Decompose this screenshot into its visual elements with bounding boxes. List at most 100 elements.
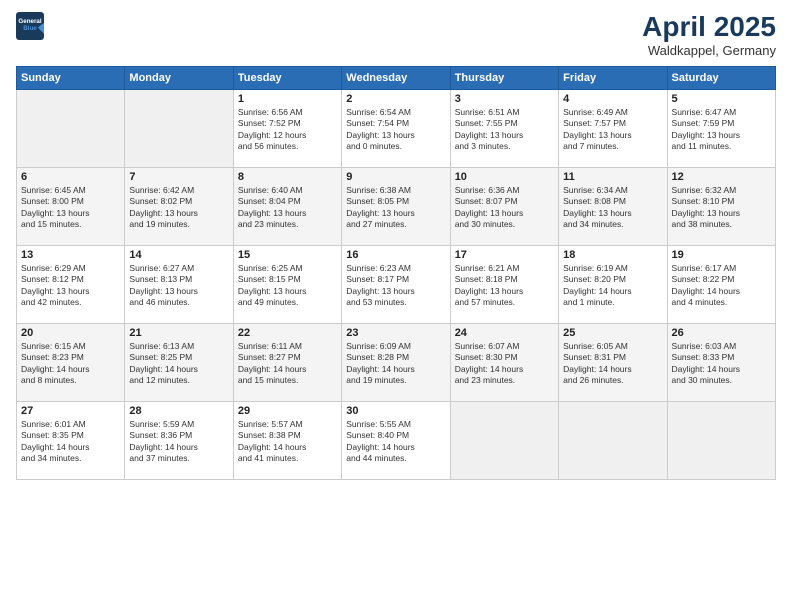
day-info: Sunrise: 5:57 AM Sunset: 8:38 PM Dayligh…: [238, 419, 337, 465]
calendar-cell: 13 Sunrise: 6:29 AM Sunset: 8:12 PM Dayli…: [17, 245, 125, 323]
calendar-cell: 21Sunrise: 6:13 AM Sunset: 8:25 PM Dayli…: [125, 323, 233, 401]
weekday-header-sunday: Sunday: [17, 66, 125, 89]
day-number: 14: [129, 249, 228, 261]
day-info: Sunrise: 5:55 AM Sunset: 8:40 PM Dayligh…: [346, 419, 445, 465]
day-number: 9: [346, 171, 445, 183]
logo-icon: General Blue: [16, 12, 44, 40]
calendar-cell: 18 Sunrise: 6:19 AM Sunset: 8:20 PM Dayli…: [559, 245, 667, 323]
calendar-cell: 29 Sunrise: 5:57 AM Sunset: 8:38 PM Dayli…: [233, 401, 341, 479]
svg-text:General: General: [18, 18, 41, 25]
calendar-cell: 4 Sunrise: 6:49 AM Sunset: 7:57 PM Daylig…: [559, 89, 667, 167]
day-info: Sunrise: 6:19 AM Sunset: 8:20 PM Dayligh…: [563, 263, 662, 309]
calendar-cell: 1 Sunrise: 6:56 AM Sunset: 7:52 PM Daylig…: [233, 89, 341, 167]
calendar-week-4: 20Sunrise: 6:15 AM Sunset: 8:23 PM Dayli…: [17, 323, 776, 401]
title-block: April 2025 Waldkappel, Germany: [642, 12, 776, 58]
day-info: Sunrise: 6:07 AM Sunset: 8:30 PM Dayligh…: [455, 341, 554, 387]
day-info: Sunrise: 6:45 AM Sunset: 8:00 PM Dayligh…: [21, 185, 120, 231]
weekday-header-saturday: Saturday: [667, 66, 775, 89]
day-info: Sunrise: 6:09 AM Sunset: 8:28 PM Dayligh…: [346, 341, 445, 387]
day-info: Sunrise: 6:32 AM Sunset: 8:10 PM Dayligh…: [672, 185, 771, 231]
calendar-cell: 24 Sunrise: 6:07 AM Sunset: 8:30 PM Dayli…: [450, 323, 558, 401]
calendar-cell: 22 Sunrise: 6:11 AM Sunset: 8:27 PM Dayli…: [233, 323, 341, 401]
day-number: 23: [346, 327, 445, 339]
day-number: 25: [563, 327, 662, 339]
calendar-cell: 17Sunrise: 6:21 AM Sunset: 8:18 PM Dayli…: [450, 245, 558, 323]
day-info: Sunrise: 5:59 AM Sunset: 8:36 PM Dayligh…: [129, 419, 228, 465]
day-info: Sunrise: 6:36 AM Sunset: 8:07 PM Dayligh…: [455, 185, 554, 231]
calendar-week-2: 6 Sunrise: 6:45 AM Sunset: 8:00 PM Daylig…: [17, 167, 776, 245]
calendar-cell: 7 Sunrise: 6:42 AM Sunset: 8:02 PM Daylig…: [125, 167, 233, 245]
day-info: Sunrise: 6:29 AM Sunset: 8:12 PM Dayligh…: [21, 263, 120, 309]
weekday-header-row: SundayMondayTuesdayWednesdayThursdayFrid…: [17, 66, 776, 89]
day-info: Sunrise: 6:38 AM Sunset: 8:05 PM Dayligh…: [346, 185, 445, 231]
day-info: Sunrise: 6:13 AM Sunset: 8:25 PM Dayligh…: [129, 341, 228, 387]
day-info: Sunrise: 6:03 AM Sunset: 8:33 PM Dayligh…: [672, 341, 771, 387]
day-number: 8: [238, 171, 337, 183]
calendar-cell: 27Sunrise: 6:01 AM Sunset: 8:35 PM Dayli…: [17, 401, 125, 479]
day-number: 2: [346, 93, 445, 105]
calendar-cell: [125, 89, 233, 167]
day-info: Sunrise: 6:34 AM Sunset: 8:08 PM Dayligh…: [563, 185, 662, 231]
calendar-cell: 11 Sunrise: 6:34 AM Sunset: 8:08 PM Dayli…: [559, 167, 667, 245]
day-number: 29: [238, 405, 337, 417]
header: General Blue April 2025 Waldkappel, Germ…: [16, 12, 776, 58]
day-info: Sunrise: 6:17 AM Sunset: 8:22 PM Dayligh…: [672, 263, 771, 309]
calendar-cell: [17, 89, 125, 167]
day-info: Sunrise: 6:56 AM Sunset: 7:52 PM Dayligh…: [238, 107, 337, 153]
calendar-cell: 9 Sunrise: 6:38 AM Sunset: 8:05 PM Daylig…: [342, 167, 450, 245]
calendar-cell: 6 Sunrise: 6:45 AM Sunset: 8:00 PM Daylig…: [17, 167, 125, 245]
day-number: 18: [563, 249, 662, 261]
day-info: Sunrise: 6:49 AM Sunset: 7:57 PM Dayligh…: [563, 107, 662, 153]
calendar-page: General Blue April 2025 Waldkappel, Germ…: [0, 0, 792, 612]
calendar-week-5: 27Sunrise: 6:01 AM Sunset: 8:35 PM Dayli…: [17, 401, 776, 479]
day-number: 11: [563, 171, 662, 183]
day-info: Sunrise: 6:42 AM Sunset: 8:02 PM Dayligh…: [129, 185, 228, 231]
day-info: Sunrise: 6:51 AM Sunset: 7:55 PM Dayligh…: [455, 107, 554, 153]
day-info: Sunrise: 6:11 AM Sunset: 8:27 PM Dayligh…: [238, 341, 337, 387]
calendar-cell: 28 Sunrise: 5:59 AM Sunset: 8:36 PM Dayli…: [125, 401, 233, 479]
calendar-title: April 2025: [642, 12, 776, 43]
day-info: Sunrise: 6:15 AM Sunset: 8:23 PM Dayligh…: [21, 341, 120, 387]
day-info: Sunrise: 6:40 AM Sunset: 8:04 PM Dayligh…: [238, 185, 337, 231]
day-number: 13: [21, 249, 120, 261]
calendar-cell: 3 Sunrise: 6:51 AM Sunset: 7:55 PM Daylig…: [450, 89, 558, 167]
day-info: Sunrise: 6:01 AM Sunset: 8:35 PM Dayligh…: [21, 419, 120, 465]
day-number: 17: [455, 249, 554, 261]
day-number: 19: [672, 249, 771, 261]
calendar-cell: 30 Sunrise: 5:55 AM Sunset: 8:40 PM Dayli…: [342, 401, 450, 479]
day-number: 3: [455, 93, 554, 105]
calendar-cell: 10Sunrise: 6:36 AM Sunset: 8:07 PM Dayli…: [450, 167, 558, 245]
day-number: 5: [672, 93, 771, 105]
day-number: 16: [346, 249, 445, 261]
day-number: 28: [129, 405, 228, 417]
weekday-header-friday: Friday: [559, 66, 667, 89]
day-number: 6: [21, 171, 120, 183]
day-info: Sunrise: 6:23 AM Sunset: 8:17 PM Dayligh…: [346, 263, 445, 309]
weekday-header-monday: Monday: [125, 66, 233, 89]
calendar-cell: 2Sunrise: 6:54 AM Sunset: 7:54 PM Daylig…: [342, 89, 450, 167]
day-number: 4: [563, 93, 662, 105]
weekday-header-thursday: Thursday: [450, 66, 558, 89]
calendar-cell: 15Sunrise: 6:25 AM Sunset: 8:15 PM Dayli…: [233, 245, 341, 323]
calendar-cell: 23 Sunrise: 6:09 AM Sunset: 8:28 PM Dayli…: [342, 323, 450, 401]
svg-text:Blue: Blue: [23, 25, 37, 32]
day-number: 22: [238, 327, 337, 339]
weekday-header-wednesday: Wednesday: [342, 66, 450, 89]
day-number: 1: [238, 93, 337, 105]
day-number: 30: [346, 405, 445, 417]
calendar-cell: 20Sunrise: 6:15 AM Sunset: 8:23 PM Dayli…: [17, 323, 125, 401]
day-info: Sunrise: 6:27 AM Sunset: 8:13 PM Dayligh…: [129, 263, 228, 309]
calendar-cell: [559, 401, 667, 479]
day-info: Sunrise: 6:25 AM Sunset: 8:15 PM Dayligh…: [238, 263, 337, 309]
day-number: 12: [672, 171, 771, 183]
logo: General Blue: [16, 12, 44, 40]
calendar-cell: 12 Sunrise: 6:32 AM Sunset: 8:10 PM Dayli…: [667, 167, 775, 245]
day-number: 24: [455, 327, 554, 339]
calendar-week-1: 1 Sunrise: 6:56 AM Sunset: 7:52 PM Daylig…: [17, 89, 776, 167]
calendar-cell: 26Sunrise: 6:03 AM Sunset: 8:33 PM Dayli…: [667, 323, 775, 401]
calendar-cell: 16 Sunrise: 6:23 AM Sunset: 8:17 PM Dayli…: [342, 245, 450, 323]
calendar-week-3: 13 Sunrise: 6:29 AM Sunset: 8:12 PM Dayli…: [17, 245, 776, 323]
day-info: Sunrise: 6:47 AM Sunset: 7:59 PM Dayligh…: [672, 107, 771, 153]
day-number: 7: [129, 171, 228, 183]
calendar-cell: [667, 401, 775, 479]
